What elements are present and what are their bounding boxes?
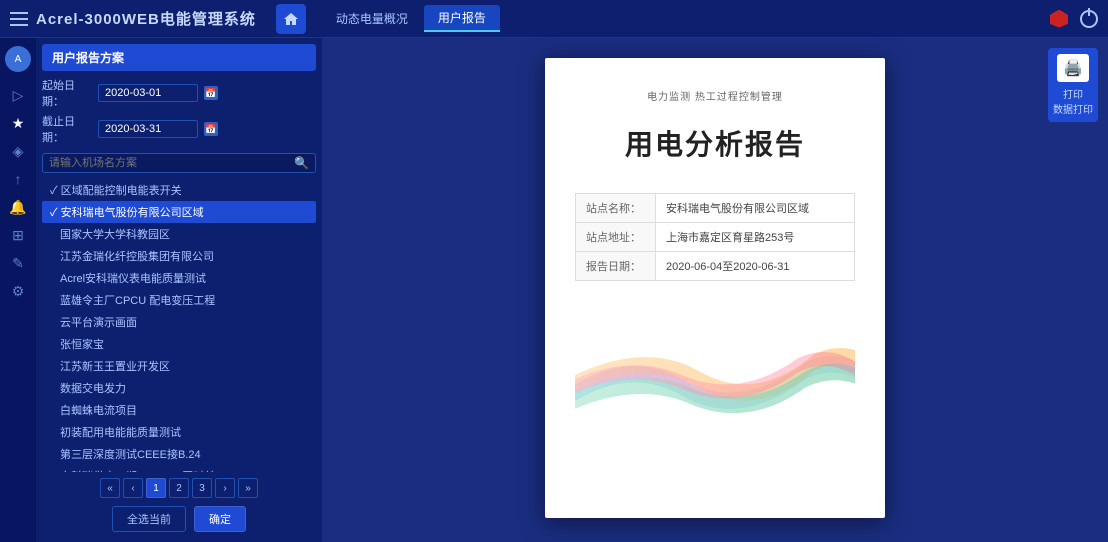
tree-item[interactable]: 江苏金瑞化纤控股集团有限公司 [42, 245, 316, 267]
end-date-calendar-icon[interactable]: 📅 [204, 122, 218, 136]
start-date-calendar-icon[interactable]: 📅 [204, 86, 218, 100]
report-table-label: 站点地址： [576, 223, 656, 252]
page-prev-btn[interactable]: ‹ [123, 478, 143, 498]
page-last-btn[interactable]: » [238, 478, 258, 498]
tree-item[interactable]: ✓ 区域配能控制电能表开关 [42, 179, 316, 201]
select-all-button[interactable]: 全选当前 [112, 506, 186, 532]
tree-item[interactable]: 蓝雄令主厂CPCU 配电变压工程 [42, 289, 316, 311]
report-paper: 电力监测 热工过程控制管理 用电分析报告 站点名称：安科瑞电气股份有限公司区域站… [545, 58, 885, 518]
page-2-btn[interactable]: 2 [169, 478, 189, 498]
end-date-label: 截止日期： [42, 113, 92, 145]
sidebar-icon-3[interactable]: ◈ [7, 140, 29, 162]
confirm-button[interactable]: 确定 [194, 506, 246, 532]
print-label: 打印 数据打印 [1053, 86, 1093, 116]
report-info-table: 站点名称：安科瑞电气股份有限公司区域站点地址：上海市嘉定区育星路253号报告日期… [575, 193, 855, 281]
sidebar-icon-4[interactable]: ↑ [7, 168, 29, 190]
sidebar-icon-7[interactable]: ✎ [7, 252, 29, 274]
report-table-value: 2020-06-04至2020-06-31 [656, 252, 855, 281]
panel-header: 用户报告方案 [42, 44, 316, 71]
sidebar-icon-8[interactable]: ⚙ [7, 280, 29, 302]
sidebar-icon-5[interactable]: 🔔 [7, 196, 29, 218]
start-date-label: 起始日期： [42, 77, 92, 109]
notification-icon[interactable] [1050, 10, 1068, 28]
report-table-label: 站点名称： [576, 194, 656, 223]
tab-user-report[interactable]: 用户报告 [424, 5, 500, 32]
sidebar-icon-2[interactable]: ★ [7, 112, 29, 134]
power-icon[interactable] [1080, 10, 1098, 28]
pagination: « ‹ 1 2 3 › » [42, 472, 316, 502]
avatar: A [5, 46, 31, 72]
tree-item[interactable]: 张恒家宝 [42, 333, 316, 355]
report-table-label: 报告日期： [576, 252, 656, 281]
end-date-input[interactable] [98, 120, 198, 138]
bottom-buttons: 全选当前 确定 [42, 502, 316, 536]
wave-decoration [575, 311, 855, 431]
report-table-value: 安科瑞电气股份有限公司区域 [656, 194, 855, 223]
app-title: Acrel-3000WEB电能管理系统 [36, 8, 256, 29]
sidebar-icon-1[interactable]: ▷ [7, 84, 29, 106]
search-input[interactable] [49, 157, 294, 169]
print-card[interactable]: 🖨️ 打印 数据打印 [1048, 48, 1098, 122]
tree-item[interactable]: 安科瑞供应三期ENGAC5同时并 [42, 465, 316, 472]
tab-dynamic[interactable]: 动态电量概况 [322, 6, 422, 31]
top-bar-left: Acrel-3000WEB电能管理系统 动态电量概况 用户报告 [10, 4, 500, 34]
report-table-value: 上海市嘉定区育星路253号 [656, 223, 855, 252]
tree-item[interactable]: Acrel安科瑞仪表电能质量测试 [42, 267, 316, 289]
tree-item[interactable]: ✓ 安科瑞电气股份有限公司区域 [42, 201, 316, 223]
nav-tabs: 动态电量概况 用户报告 [322, 5, 500, 32]
main-content: 电力监测 热工过程控制管理 用电分析报告 站点名称：安科瑞电气股份有限公司区域站… [322, 38, 1108, 542]
tree-item[interactable]: 江苏新玉王置业开发区 [42, 355, 316, 377]
tree-item[interactable]: 国家大学大学科教园区 [42, 223, 316, 245]
tree-item[interactable]: 初装配用电能能质量测试 [42, 421, 316, 443]
start-date-row: 起始日期： 📅 [42, 77, 316, 109]
tree-item[interactable]: 第三层深度测试CEEE接B.24 [42, 443, 316, 465]
home-button[interactable] [276, 4, 306, 34]
page-1-btn[interactable]: 1 [146, 478, 166, 498]
top-bar: Acrel-3000WEB电能管理系统 动态电量概况 用户报告 [0, 0, 1108, 38]
tree-item[interactable]: 数据交电发力 [42, 377, 316, 399]
page-first-btn[interactable]: « [100, 478, 120, 498]
report-subtitle: 电力监测 热工过程控制管理 [575, 88, 855, 103]
page-3-btn[interactable]: 3 [192, 478, 212, 498]
print-icon: 🖨️ [1057, 54, 1089, 82]
search-icon: 🔍 [294, 156, 309, 170]
main-layout: A ▷ ★ ◈ ↑ 🔔 ⊞ ✎ ⚙ 用户报告方案 起始日期： 📅 截止日期： 📅… [0, 38, 1108, 542]
sidebar-icon-6[interactable]: ⊞ [7, 224, 29, 246]
search-row: 🔍 [42, 153, 316, 173]
report-title: 用电分析报告 [575, 123, 855, 163]
sidebar-icons: A ▷ ★ ◈ ↑ 🔔 ⊞ ✎ ⚙ [0, 38, 36, 542]
end-date-row: 截止日期： 📅 [42, 113, 316, 145]
tree-item[interactable]: 云平台演示画面 [42, 311, 316, 333]
menu-icon[interactable] [10, 12, 28, 26]
start-date-input[interactable] [98, 84, 198, 102]
tree-list: ✓ 区域配能控制电能表开关✓ 安科瑞电气股份有限公司区域国家大学大学科教园区江苏… [42, 179, 316, 472]
top-bar-right [1050, 10, 1098, 28]
left-panel: 用户报告方案 起始日期： 📅 截止日期： 📅 🔍 ✓ 区域配能控制电能表开关✓ … [36, 38, 322, 542]
tree-item[interactable]: 白蜘蛛电流项目 [42, 399, 316, 421]
page-next-btn[interactable]: › [215, 478, 235, 498]
